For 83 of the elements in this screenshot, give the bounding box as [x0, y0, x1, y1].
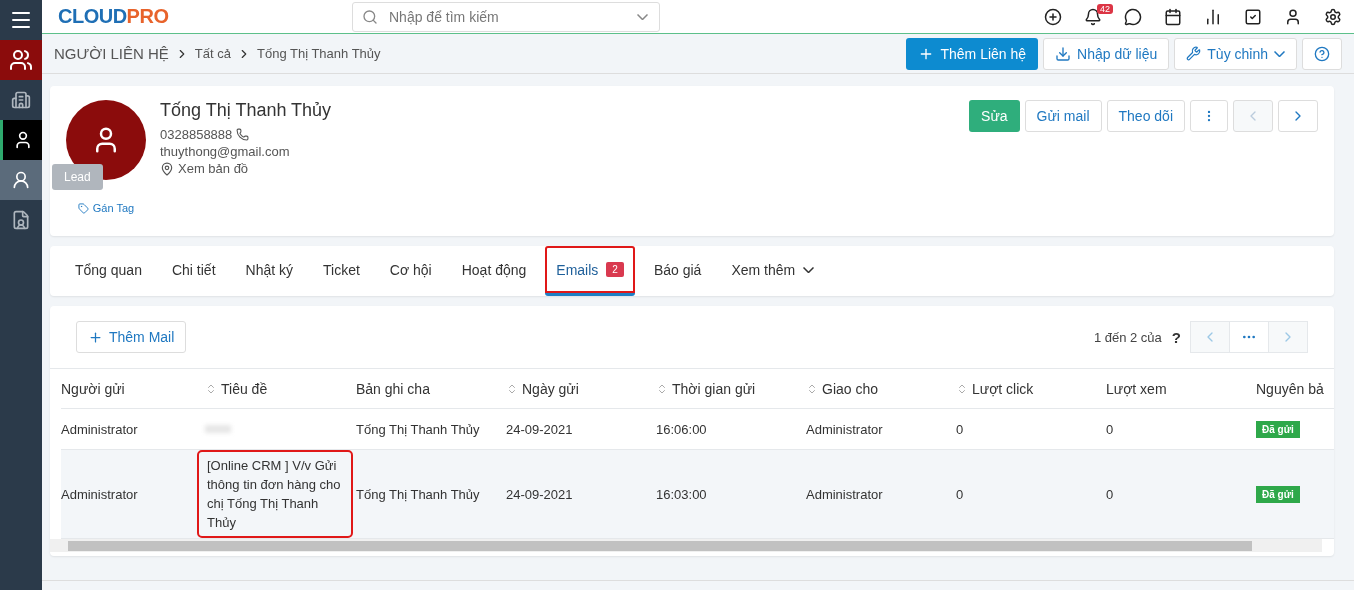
document-icon: [11, 210, 31, 230]
search-field[interactable]: Nhập để tìm kiếm: [352, 1, 660, 32]
table-cell: Tống Thị Thanh Thủy: [356, 421, 480, 437]
status-badge: Đã gửi: [1256, 420, 1300, 438]
tab[interactable]: Emails 2: [545, 246, 635, 296]
help-icon: [1314, 45, 1330, 62]
tooltip: Lead: [52, 164, 103, 190]
table-cell: 0: [1106, 421, 1114, 437]
table-cell: 24-09-2021: [506, 486, 573, 502]
tab[interactable]: Tổng quan: [64, 246, 153, 296]
column-header: Nguyên bả: [1256, 380, 1324, 397]
chart-icon[interactable]: [1204, 7, 1222, 26]
tab[interactable]: Xem thêm: [720, 246, 826, 296]
add-mail-button[interactable]: Thêm Mail: [76, 321, 187, 353]
column-header: Người gửi: [61, 380, 125, 397]
contacts-icon: [9, 48, 33, 72]
sidebar-item[interactable]: [0, 120, 42, 160]
search-icon: [362, 8, 378, 25]
calendar-icon[interactable]: [1164, 7, 1182, 26]
table-cell: Administrator: [806, 421, 883, 437]
action-button[interactable]: Theo dõi: [1106, 100, 1185, 132]
notification-count: 42: [1097, 3, 1113, 14]
tag-link[interactable]: Gán Tag: [77, 202, 135, 214]
bell-icon[interactable]: [1084, 7, 1102, 26]
phone-icon[interactable]: [236, 128, 250, 141]
column-header: Thời gian gửi: [672, 380, 756, 397]
checkbox-icon[interactable]: [1244, 7, 1262, 26]
pagination-text: 1 đến 2 của: [1093, 329, 1162, 345]
map-link[interactable]: Xem bản đồ: [178, 161, 249, 176]
column-header: Giao cho: [822, 380, 879, 397]
table-cell: 24-09-2021: [506, 421, 573, 437]
tag-icon: [77, 202, 89, 214]
breadcrumb-item[interactable]: NGƯỜI LIÊN HỆ: [54, 45, 169, 62]
chevron-down-icon[interactable]: [637, 13, 648, 20]
column-header: Lượt xem: [1106, 380, 1167, 397]
tab[interactable]: Cơ hội: [378, 246, 443, 296]
table-cell: Administrator: [61, 421, 138, 437]
person-icon: [11, 170, 31, 190]
phone-number: 0328858888: [160, 127, 233, 142]
import-button[interactable]: Nhập dữ liệu: [1043, 37, 1170, 70]
action-button[interactable]: Gửi mail: [1024, 100, 1102, 132]
customize-button[interactable]: Tùy chỉnh: [1174, 37, 1297, 70]
building-icon: [11, 90, 31, 110]
logo: CLOUDPRO: [58, 5, 170, 28]
tab[interactable]: Hoạt động: [450, 246, 538, 296]
tab[interactable]: Ticket: [312, 246, 371, 296]
count-badge: 2: [606, 262, 624, 277]
add-icon[interactable]: [1044, 7, 1062, 26]
column-header: Bản ghi cha: [356, 380, 430, 397]
table-cell: 16:06:00: [656, 421, 707, 437]
table-cell: [Online CRM ] V/v Gửi thông tin đơn hàng cho chị Tống Thị Thanh Thủy: [197, 450, 353, 538]
map-pin-icon: [160, 161, 174, 176]
chat-icon[interactable]: [1124, 7, 1142, 26]
column-header: Lượt click: [972, 380, 1034, 397]
plus-icon: [88, 329, 103, 345]
table-cell: 0: [956, 486, 964, 502]
settings-icon[interactable]: [1324, 7, 1342, 26]
tab[interactable]: Nhật ký: [234, 246, 304, 296]
table-cell: Administrator: [806, 486, 883, 502]
download-icon: [1055, 45, 1072, 62]
table-cell: 0: [956, 421, 964, 437]
chevron-down-icon: [1274, 50, 1285, 57]
table-cell: Administrator: [61, 486, 138, 502]
column-header: Tiêu đề: [221, 380, 268, 397]
chevron-down-icon: [803, 266, 815, 273]
table-cell: 16:03:00: [656, 486, 707, 502]
table-cell: 0: [1106, 486, 1114, 502]
help-button[interactable]: [1302, 37, 1342, 70]
column-header: Ngày gửi: [522, 380, 579, 397]
contact-name: Tống Thị Thanh Thủy: [160, 100, 332, 121]
status-badge: Đã gửi: [1256, 485, 1300, 503]
add-contact-button[interactable]: Thêm Liên hệ: [906, 37, 1039, 70]
tab[interactable]: Báo giá: [642, 246, 713, 296]
breadcrumb-item[interactable]: Tất cả: [194, 46, 231, 61]
breadcrumb-item: Tống Thị Thanh Thủy: [257, 46, 381, 61]
horizontal-scrollbar[interactable]: [50, 539, 1322, 552]
tab[interactable]: Chi tiết: [160, 246, 227, 296]
table-cell: Tống Thị Thanh Thủy: [356, 486, 480, 502]
sidebar-item[interactable]: [0, 40, 42, 80]
email-address: thuythong@gmail.com: [160, 144, 291, 159]
total-count: ?: [1171, 328, 1181, 346]
wrench-icon: [1186, 46, 1202, 61]
user-icon[interactable]: [1284, 7, 1302, 26]
